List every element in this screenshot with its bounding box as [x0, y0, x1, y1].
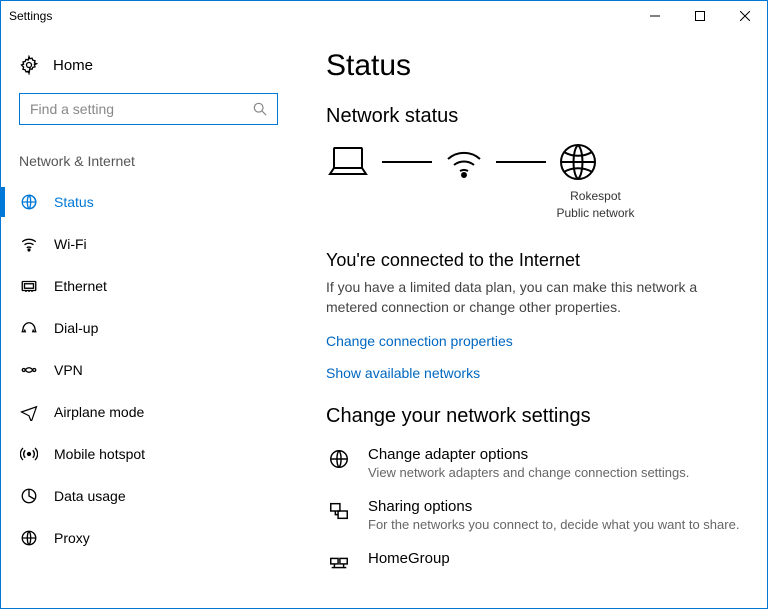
show-available-networks-link[interactable]: Show available networks	[326, 365, 747, 381]
gear-icon	[19, 55, 39, 75]
minimize-icon	[650, 11, 660, 21]
sidebar-item-ethernet[interactable]: Ethernet	[1, 265, 296, 307]
sidebar-item-datausage[interactable]: Data usage	[1, 475, 296, 517]
diagram-line	[382, 161, 432, 163]
wifi-icon	[19, 235, 39, 253]
setting-sharing-options[interactable]: Sharing options For the networks you con…	[326, 498, 747, 532]
airplane-icon	[19, 403, 39, 421]
homegroup-icon	[326, 550, 352, 574]
sidebar-item-label: Status	[54, 194, 94, 210]
title-bar: Settings	[1, 1, 767, 31]
window-title: Settings	[9, 9, 52, 23]
setting-title: HomeGroup	[368, 550, 450, 567]
maximize-icon	[695, 11, 705, 21]
sidebar-item-label: VPN	[54, 362, 83, 378]
setting-title: Sharing options	[368, 498, 739, 515]
connected-description: If you have a limited data plan, you can…	[326, 277, 726, 318]
change-connection-properties-link[interactable]: Change connection properties	[326, 333, 747, 349]
sidebar-item-hotspot[interactable]: Mobile hotspot	[1, 433, 296, 475]
sidebar-category: Network & Internet	[1, 143, 296, 181]
adapter-icon	[326, 446, 352, 480]
sidebar-item-wifi[interactable]: Wi-Fi	[1, 223, 296, 265]
sidebar: Home Network & Internet Status Wi-Fi	[1, 31, 296, 608]
sharing-icon	[326, 498, 352, 532]
main-panel: Status Network status Rokespot Public ne…	[296, 31, 767, 608]
proxy-icon	[19, 529, 39, 547]
sidebar-item-label: Airplane mode	[54, 404, 144, 420]
globe-icon	[558, 142, 598, 182]
home-label: Home	[53, 57, 93, 74]
search-icon	[253, 102, 267, 116]
setting-homegroup[interactable]: HomeGroup	[326, 550, 747, 574]
setting-desc: View network adapters and change connect…	[368, 465, 689, 480]
laptop-icon	[326, 144, 370, 180]
setting-desc: For the networks you connect to, decide …	[368, 517, 739, 532]
search-input[interactable]	[30, 101, 243, 117]
close-button[interactable]	[722, 1, 767, 31]
vpn-icon	[19, 361, 39, 379]
diagram-labels: Rokespot Public network	[444, 188, 747, 222]
setting-title: Change adapter options	[368, 446, 689, 463]
window-controls	[632, 1, 767, 31]
datausage-icon	[19, 487, 39, 505]
sidebar-item-dialup[interactable]: Dial-up	[1, 307, 296, 349]
setting-change-adapter[interactable]: Change adapter options View network adap…	[326, 446, 747, 480]
sidebar-item-label: Mobile hotspot	[54, 446, 145, 462]
page-title: Status	[326, 49, 747, 83]
sidebar-item-label: Data usage	[54, 488, 126, 504]
sidebar-item-vpn[interactable]: VPN	[1, 349, 296, 391]
sidebar-item-status[interactable]: Status	[1, 181, 296, 223]
dialup-icon	[19, 319, 39, 337]
sidebar-item-airplane[interactable]: Airplane mode	[1, 391, 296, 433]
network-status-heading: Network status	[326, 105, 747, 128]
network-name: Rokespot	[444, 188, 747, 205]
change-settings-heading: Change your network settings	[326, 405, 747, 428]
minimize-button[interactable]	[632, 1, 677, 31]
sidebar-item-label: Proxy	[54, 530, 90, 546]
network-type: Public network	[444, 205, 747, 222]
sidebar-item-label: Wi-Fi	[54, 236, 87, 252]
home-link[interactable]: Home	[1, 49, 296, 93]
sidebar-item-label: Dial-up	[54, 320, 98, 336]
close-icon	[740, 11, 750, 21]
sidebar-item-proxy[interactable]: Proxy	[1, 517, 296, 559]
connected-title: You're connected to the Internet	[326, 250, 747, 271]
diagram-line	[496, 161, 546, 163]
wifi-signal-icon	[444, 145, 484, 179]
sidebar-item-label: Ethernet	[54, 278, 107, 294]
maximize-button[interactable]	[677, 1, 722, 31]
status-icon	[19, 193, 39, 211]
hotspot-icon	[19, 445, 39, 463]
search-box[interactable]	[19, 93, 278, 125]
network-diagram	[326, 142, 747, 182]
ethernet-icon	[19, 277, 39, 295]
